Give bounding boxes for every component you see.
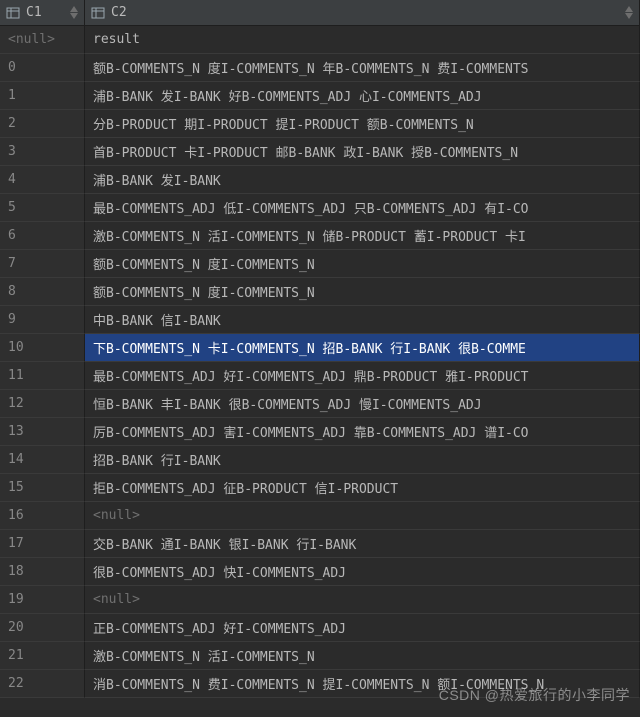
row-value[interactable]: 最B-COMMENTS_ADJ 低I-COMMENTS_ADJ 只B-COMME… bbox=[85, 194, 640, 222]
row-value[interactable]: 交B-BANK 通I-BANK 银I-BANK 行I-BANK bbox=[85, 530, 640, 558]
row-index[interactable]: 22 bbox=[0, 670, 85, 698]
sort-indicator[interactable] bbox=[70, 0, 78, 25]
row-value[interactable]: 浦B-BANK 发I-BANK bbox=[85, 166, 640, 194]
row-index[interactable]: 5 bbox=[0, 194, 85, 222]
row-header-val[interactable]: result bbox=[85, 26, 640, 54]
row-value[interactable]: 额B-COMMENTS_N 度I-COMMENTS_N 年B-COMMENTS_… bbox=[85, 54, 640, 82]
data-grid[interactable]: C1C2<null>result0额B-COMMENTS_N 度I-COMMEN… bbox=[0, 0, 640, 698]
column-label: C1 bbox=[26, 5, 42, 20]
row-value[interactable]: 额B-COMMENTS_N 度I-COMMENTS_N bbox=[85, 278, 640, 306]
row-value[interactable]: 分B-PRODUCT 期I-PRODUCT 提I-PRODUCT 额B-COMM… bbox=[85, 110, 640, 138]
row-index[interactable]: 7 bbox=[0, 250, 85, 278]
row-value[interactable]: 额B-COMMENTS_N 度I-COMMENTS_N bbox=[85, 250, 640, 278]
row-index[interactable]: 1 bbox=[0, 82, 85, 110]
column-header-c2[interactable]: C2 bbox=[85, 0, 640, 26]
row-index[interactable]: 0 bbox=[0, 54, 85, 82]
row-index[interactable]: 12 bbox=[0, 390, 85, 418]
row-index[interactable]: 17 bbox=[0, 530, 85, 558]
row-value[interactable]: 消B-COMMENTS_N 费I-COMMENTS_N 提I-COMMENTS_… bbox=[85, 670, 640, 698]
row-value[interactable]: 最B-COMMENTS_ADJ 好I-COMMENTS_ADJ 鼎B-PRODU… bbox=[85, 362, 640, 390]
row-index[interactable]: 3 bbox=[0, 138, 85, 166]
row-value[interactable]: 浦B-BANK 发I-BANK 好B-COMMENTS_ADJ 心I-COMME… bbox=[85, 82, 640, 110]
sort-indicator[interactable] bbox=[625, 0, 633, 25]
column-label: C2 bbox=[111, 5, 127, 20]
row-value-null[interactable]: <null> bbox=[85, 502, 640, 530]
row-header-idx[interactable]: <null> bbox=[0, 26, 85, 54]
row-value[interactable]: 下B-COMMENTS_N 卡I-COMMENTS_N 招B-BANK 行I-B… bbox=[85, 334, 640, 362]
row-value[interactable]: 正B-COMMENTS_ADJ 好I-COMMENTS_ADJ bbox=[85, 614, 640, 642]
row-index[interactable]: 20 bbox=[0, 614, 85, 642]
row-index[interactable]: 4 bbox=[0, 166, 85, 194]
row-value[interactable]: 很B-COMMENTS_ADJ 快I-COMMENTS_ADJ bbox=[85, 558, 640, 586]
row-index[interactable]: 16 bbox=[0, 502, 85, 530]
row-index[interactable]: 6 bbox=[0, 222, 85, 250]
row-value[interactable]: 恒B-BANK 丰I-BANK 很B-COMMENTS_ADJ 慢I-COMME… bbox=[85, 390, 640, 418]
row-index[interactable]: 13 bbox=[0, 418, 85, 446]
row-value-null[interactable]: <null> bbox=[85, 586, 640, 614]
row-value[interactable]: 厉B-COMMENTS_ADJ 害I-COMMENTS_ADJ 靠B-COMME… bbox=[85, 418, 640, 446]
row-index[interactable]: 14 bbox=[0, 446, 85, 474]
row-index[interactable]: 9 bbox=[0, 306, 85, 334]
row-value[interactable]: 激B-COMMENTS_N 活I-COMMENTS_N 储B-PRODUCT 蓄… bbox=[85, 222, 640, 250]
row-index[interactable]: 2 bbox=[0, 110, 85, 138]
table-icon bbox=[91, 6, 105, 20]
row-value[interactable]: 首B-PRODUCT 卡I-PRODUCT 邮B-BANK 政I-BANK 授B… bbox=[85, 138, 640, 166]
row-index[interactable]: 8 bbox=[0, 278, 85, 306]
row-index[interactable]: 11 bbox=[0, 362, 85, 390]
row-index[interactable]: 21 bbox=[0, 642, 85, 670]
column-header-c1[interactable]: C1 bbox=[0, 0, 85, 26]
row-value[interactable]: 中B-BANK 信I-BANK bbox=[85, 306, 640, 334]
row-index[interactable]: 19 bbox=[0, 586, 85, 614]
row-value[interactable]: 激B-COMMENTS_N 活I-COMMENTS_N bbox=[85, 642, 640, 670]
table-icon bbox=[6, 6, 20, 20]
row-index[interactable]: 18 bbox=[0, 558, 85, 586]
row-index[interactable]: 10 bbox=[0, 334, 85, 362]
row-index[interactable]: 15 bbox=[0, 474, 85, 502]
row-value[interactable]: 招B-BANK 行I-BANK bbox=[85, 446, 640, 474]
row-value[interactable]: 拒B-COMMENTS_ADJ 征B-PRODUCT 信I-PRODUCT bbox=[85, 474, 640, 502]
